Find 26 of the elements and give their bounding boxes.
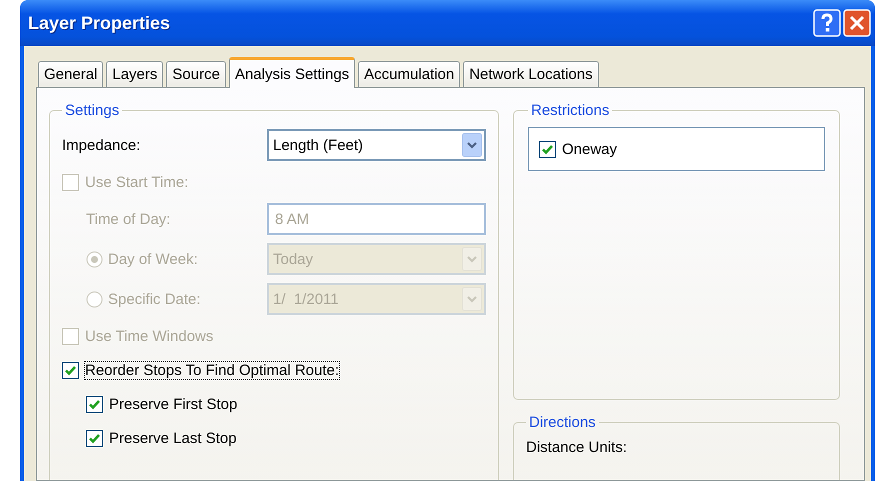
field-label: Specific Date: [108, 290, 201, 308]
tab[interactable]: Network Locations [463, 61, 599, 87]
checkbox[interactable] [62, 362, 79, 378]
field-label: Distance Units: [526, 439, 627, 456]
tab[interactable]: General [38, 61, 104, 87]
checkbox[interactable] [86, 396, 103, 412]
close-button[interactable] [843, 9, 871, 37]
window-title: Layer Properties [28, 12, 170, 34]
checkbox-label[interactable]: Preserve First Stop [109, 396, 238, 412]
checkbox-label[interactable]: Reorder Stops To Find Optimal Route: [85, 362, 340, 378]
field-label: Day of Week: [108, 250, 198, 268]
group-title: Restrictions [530, 102, 610, 119]
dropdown[interactable]: Length (Feet) [267, 129, 486, 161]
tab[interactable]: Source [166, 61, 226, 87]
help-button[interactable] [813, 9, 841, 37]
tab[interactable]: Analysis Settings [228, 57, 356, 88]
checkbox[interactable] [86, 430, 103, 446]
group-title: Settings [64, 102, 120, 119]
group-title: Directions [528, 414, 597, 431]
list-item-label[interactable]: Oneway [562, 140, 618, 158]
tab[interactable]: Layers [106, 61, 164, 87]
field-label: Impedance: [62, 136, 140, 154]
checkbox[interactable] [539, 140, 556, 158]
field-label: Time of Day: [86, 210, 170, 228]
checkbox-label[interactable]: Preserve Last Stop [109, 430, 237, 446]
tab[interactable]: Accumulation [358, 61, 460, 87]
